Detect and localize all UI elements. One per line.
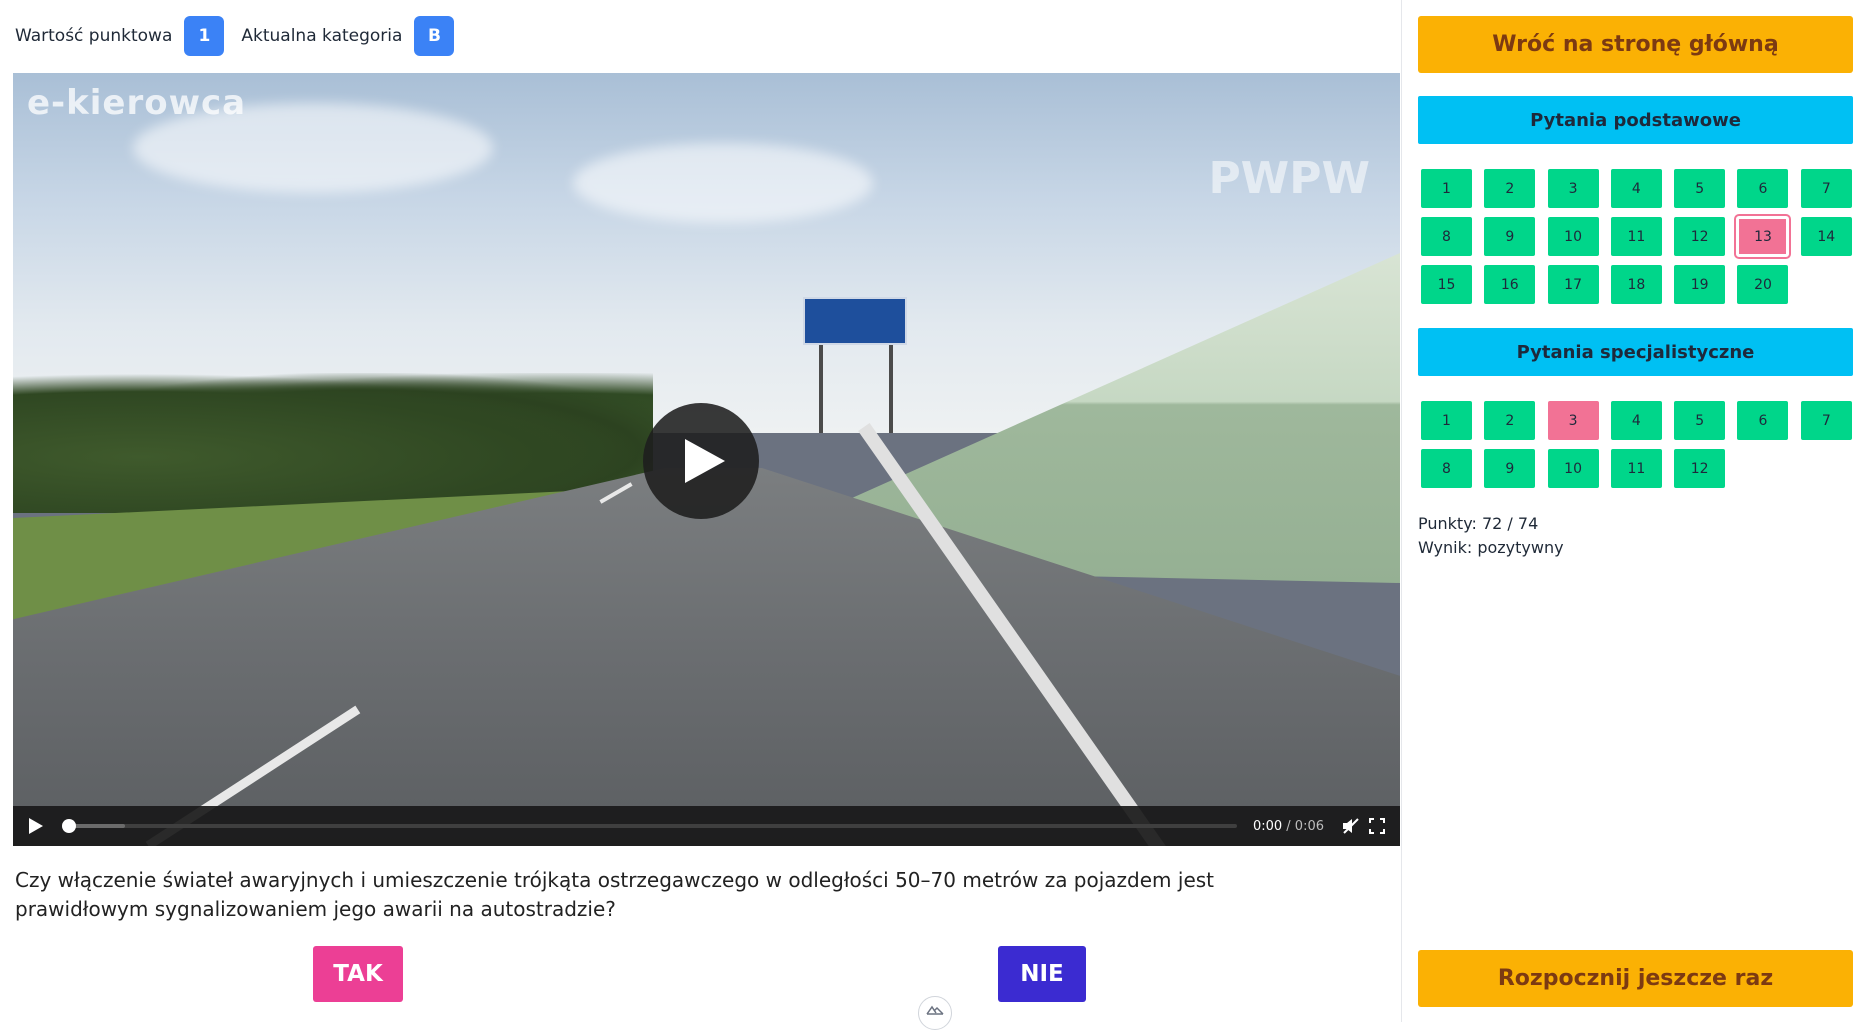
basic-question-7[interactable]: 7 bbox=[1800, 169, 1852, 208]
basic-question-9[interactable]: 9 bbox=[1484, 217, 1536, 256]
time-display: 0:00 / 0:06 bbox=[1253, 819, 1324, 834]
mountain-logo-icon bbox=[926, 1005, 944, 1015]
basic-question-1[interactable]: 1 bbox=[1421, 169, 1472, 208]
volume-muted-icon bbox=[1343, 818, 1359, 834]
basic-question-8[interactable]: 8 bbox=[1421, 217, 1472, 256]
video-frame-sign-post bbox=[889, 343, 893, 433]
basic-question-19[interactable]: 19 bbox=[1674, 265, 1726, 304]
special-question-10[interactable]: 10 bbox=[1547, 449, 1599, 488]
special-questions-heading: Pytania specjalistyczne bbox=[1418, 328, 1853, 376]
category-label: Aktualna kategoria bbox=[241, 26, 403, 46]
basic-question-14[interactable]: 14 bbox=[1800, 217, 1852, 256]
category-badge: B bbox=[414, 16, 455, 56]
basic-question-16[interactable]: 16 bbox=[1484, 265, 1536, 304]
exam-result: Wynik: pozytywny bbox=[1418, 538, 1564, 557]
basic-question-5[interactable]: 5 bbox=[1674, 169, 1726, 208]
mute-button[interactable] bbox=[1338, 813, 1364, 839]
special-question-8[interactable]: 8 bbox=[1421, 449, 1472, 488]
play-icon bbox=[29, 818, 43, 834]
watermark-e-kierowca: e-kierowca bbox=[27, 83, 247, 123]
score-summary: Punkty: 72 / 74 Wynik: pozytywny bbox=[1418, 512, 1564, 560]
special-question-4[interactable]: 4 bbox=[1610, 401, 1662, 440]
basic-questions-heading: Pytania podstawowe bbox=[1418, 96, 1853, 144]
basic-question-4[interactable]: 4 bbox=[1610, 169, 1662, 208]
watermark-pwpw: PWPW bbox=[1208, 153, 1370, 204]
video-frame-sign-post bbox=[819, 343, 823, 433]
basic-question-20[interactable]: 20 bbox=[1737, 265, 1789, 304]
special-question-5[interactable]: 5 bbox=[1674, 401, 1726, 440]
special-question-6[interactable]: 6 bbox=[1737, 401, 1789, 440]
special-question-11[interactable]: 11 bbox=[1610, 449, 1662, 488]
basic-question-11[interactable]: 11 bbox=[1610, 217, 1662, 256]
current-time: 0:00 bbox=[1252, 818, 1283, 834]
question-text: Czy włączenie świateł awaryjnych i umies… bbox=[15, 868, 1215, 921]
time-separator: / bbox=[1282, 818, 1295, 834]
big-play-button[interactable] bbox=[643, 403, 759, 519]
basic-question-15[interactable]: 15 bbox=[1421, 265, 1472, 304]
question-info-bar: Wartość punktowa 1 Aktualna kategoria B bbox=[15, 16, 471, 56]
scroll-up-button[interactable] bbox=[918, 996, 952, 1030]
fullscreen-icon bbox=[1369, 818, 1385, 834]
play-button[interactable] bbox=[23, 813, 49, 839]
special-question-9[interactable]: 9 bbox=[1484, 449, 1536, 488]
special-questions-grid: 1 2 3 4 5 6 7 8 9 10 11 12 bbox=[1421, 401, 1852, 488]
basic-question-18[interactable]: 18 bbox=[1610, 265, 1662, 304]
basic-question-3[interactable]: 3 bbox=[1547, 169, 1599, 208]
home-button[interactable]: Wróć na stronę główną bbox=[1418, 16, 1853, 73]
answer-yes-button[interactable]: TAK bbox=[313, 946, 403, 1002]
duration: 0:06 bbox=[1294, 818, 1324, 834]
fullscreen-button[interactable] bbox=[1364, 813, 1390, 839]
special-question-7[interactable]: 7 bbox=[1800, 401, 1852, 440]
basic-question-6[interactable]: 6 bbox=[1737, 169, 1789, 208]
basic-question-13[interactable]: 13 bbox=[1734, 214, 1792, 259]
basic-question-10[interactable]: 10 bbox=[1547, 217, 1599, 256]
special-question-12[interactable]: 12 bbox=[1674, 449, 1726, 488]
video-player[interactable]: e-kierowca PWPW 0:00 / 0:06 bbox=[13, 73, 1400, 846]
points-badge: 1 bbox=[184, 16, 225, 56]
restart-button[interactable]: Rozpocznij jeszcze raz bbox=[1418, 950, 1853, 1007]
special-question-2[interactable]: 2 bbox=[1484, 401, 1536, 440]
video-controls: 0:00 / 0:06 bbox=[13, 806, 1400, 846]
basic-question-17[interactable]: 17 bbox=[1547, 265, 1599, 304]
seek-bar[interactable] bbox=[62, 819, 1237, 833]
basic-question-12[interactable]: 12 bbox=[1674, 217, 1726, 256]
basic-questions-grid: 1 2 3 4 5 6 7 8 9 10 11 12 13 14 15 16 17 18 19 20 bbox=[1421, 169, 1852, 304]
exam-sidebar: Wróć na stronę główną Pytania podstawowe… bbox=[1401, 0, 1867, 1022]
seek-knob[interactable] bbox=[62, 819, 76, 833]
basic-question-2[interactable]: 2 bbox=[1484, 169, 1536, 208]
special-question-3[interactable]: 3 bbox=[1547, 401, 1599, 440]
answer-no-button[interactable]: NIE bbox=[998, 946, 1086, 1002]
play-icon bbox=[685, 439, 725, 483]
video-frame-road-sign bbox=[803, 297, 907, 345]
special-question-1[interactable]: 1 bbox=[1421, 401, 1472, 440]
points-label: Wartość punktowa bbox=[15, 26, 173, 46]
question-pane: Wartość punktowa 1 Aktualna kategoria B … bbox=[0, 0, 1401, 1030]
video-frame-cloud bbox=[573, 143, 873, 223]
points-total: Punkty: 72 / 74 bbox=[1418, 514, 1539, 533]
